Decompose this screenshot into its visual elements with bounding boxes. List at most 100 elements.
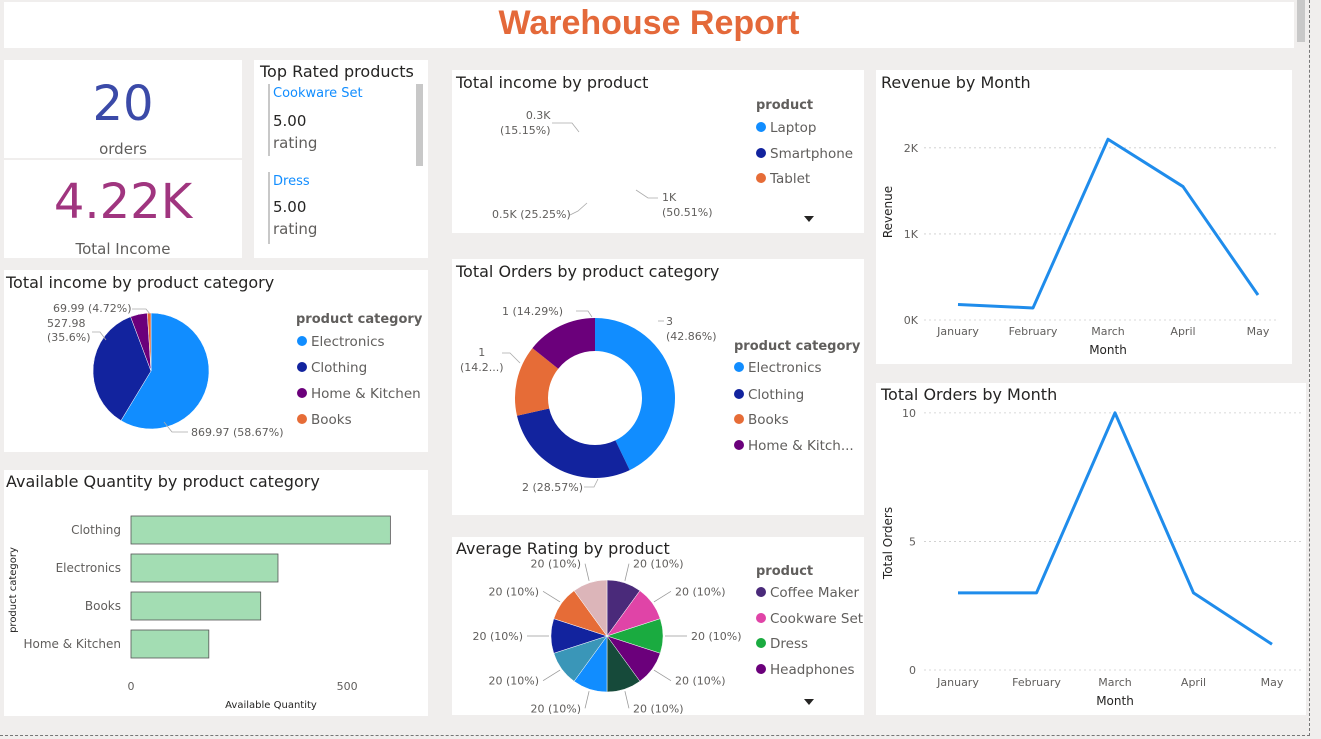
title-card: Warehouse Report: [4, 2, 1294, 48]
legend-item-home-kitchen[interactable]: Home & Kitch...: [734, 438, 854, 454]
data-label: 3 (42.86%): [666, 315, 717, 343]
leader-line: [569, 202, 588, 216]
legend-dot: [734, 362, 744, 372]
x-tick-label: May: [1261, 676, 1284, 689]
leader-line: [653, 590, 672, 603]
x-axis-title: Available Quantity: [225, 700, 317, 711]
x-tick-label: February: [1012, 676, 1061, 689]
legend-label: Books: [311, 412, 352, 428]
caret-down-icon[interactable]: [804, 216, 814, 223]
legend-dot: [734, 414, 744, 424]
y-axis-title: product category: [8, 547, 19, 633]
x-axis-title: Month: [1089, 343, 1127, 357]
data-label: 20 (10%): [675, 585, 726, 598]
legend-item-dress[interactable]: Dress: [756, 636, 808, 652]
product-name: Dress: [273, 174, 310, 189]
legend-label: Dress: [770, 636, 809, 652]
top-rated-item[interactable]: Cookware Set 5.00 rating: [268, 84, 410, 156]
legend-label: Books: [748, 412, 789, 428]
data-label: 20 (10%): [691, 630, 742, 643]
x-axis-title: Month: [1096, 694, 1134, 708]
legend-label: Headphones: [770, 662, 855, 678]
legend-item-laptop[interactable]: Laptop: [756, 120, 817, 136]
leader-line: [584, 691, 590, 709]
product-rating: 5.00: [273, 198, 307, 216]
legend-label: Smartphone: [770, 146, 854, 162]
income-kpi-value: 4.22K: [53, 174, 193, 230]
rating-label: rating: [273, 220, 318, 238]
legend-title: product: [756, 564, 814, 579]
legend-dot: [756, 613, 766, 623]
leader-line: [576, 310, 593, 318]
product-name: Cookware Set: [273, 86, 363, 101]
leader-line: [624, 691, 630, 709]
data-label: 20 (10%): [531, 558, 582, 571]
rating-by-product-card: Average Rating by product 20 (10%) 20 (10…: [452, 537, 864, 715]
revenue-line-chart[interactable]: 2K1K0KJanuary February March April MayMonthR…: [876, 70, 1292, 364]
top-rated-scrollbar[interactable]: [416, 84, 423, 166]
legend-item-smartphone[interactable]: Smartphone: [756, 146, 853, 162]
y-tick-label: 0K: [904, 314, 919, 327]
data-label: 0.3K (15.15%): [500, 109, 551, 137]
legend-label: Home & Kitchen: [311, 386, 421, 402]
legend-label: Clothing: [748, 387, 805, 403]
rating-label: rating: [273, 134, 318, 152]
data-label: 2 (28.57%): [522, 481, 584, 494]
legend-dot: [756, 122, 766, 132]
income-by-product-card: Total income by product 0.3K (15.15%) 1K…: [452, 70, 864, 233]
legend-item-books[interactable]: Books: [734, 412, 789, 428]
legend-item-clothing[interactable]: Clothing: [297, 360, 367, 376]
leader-line: [584, 478, 599, 488]
y-tick-label: 2K: [904, 142, 919, 155]
data-label: 527.98 (35.6%): [47, 317, 91, 344]
leader-line: [502, 352, 521, 364]
data-label: 20 (10%): [472, 630, 523, 643]
legend-dot: [297, 414, 307, 424]
legend-label: Coffee Maker: [770, 585, 860, 601]
bar: [130, 591, 262, 621]
x-tick-label: February: [1009, 325, 1058, 338]
caret-down-icon[interactable]: [804, 699, 814, 706]
top-rated-title: Top Rated products: [260, 62, 414, 81]
income-kpi-card: 4.22K Total Income: [4, 160, 242, 258]
legend-dot: [734, 389, 744, 399]
orders-kpi-value: 20: [92, 76, 154, 132]
legend-item-tablet[interactable]: Tablet: [756, 171, 810, 187]
leader-line: [653, 669, 672, 682]
data-label: 1K (50.51%): [662, 191, 713, 219]
orders-kpi-card: 20 orders: [4, 60, 242, 158]
legend-item-clothing[interactable]: Clothing: [734, 387, 804, 403]
legend-label: Laptop: [770, 120, 817, 136]
top-rated-item[interactable]: Dress 5.00 rating: [268, 172, 410, 244]
category-label: Clothing: [71, 523, 121, 537]
report-title: Warehouse Report: [498, 4, 800, 42]
orders-line-chart[interactable]: 10 5 0 January February March April May Month Tot…: [876, 383, 1306, 715]
legend-item-headphones[interactable]: Headphones: [756, 662, 855, 678]
data-label: 20 (10%): [531, 702, 582, 715]
legend-dot: [756, 638, 766, 648]
data-label: 20 (10%): [633, 558, 684, 571]
series-line: [958, 411, 1273, 646]
legend-item-electronics[interactable]: Electronics: [734, 360, 822, 376]
legend-label: Clothing: [311, 360, 368, 376]
y-axis-title: Revenue: [881, 186, 895, 238]
top-rated-card: Top Rated products Cookware Set 5.00 rat…: [254, 60, 428, 258]
product-rating: 5.00: [273, 112, 307, 130]
legend-item-home-kitchen[interactable]: Home & Kitchen: [297, 386, 421, 402]
pie-slice: [517, 408, 630, 478]
income-by-category-card: Total income by product category 69.99 (…: [4, 270, 428, 452]
y-tick-label: 1K: [904, 228, 919, 241]
quantity-bar-chart[interactable]: Clothing Electronics Books Home & Kitchen 0 5…: [4, 470, 428, 716]
legend-dot: [297, 336, 307, 346]
legend-item-cookware-set[interactable]: Cookware Set: [756, 611, 863, 627]
legend-item-books[interactable]: Books: [297, 412, 352, 428]
legend-dot: [756, 173, 766, 183]
leader-line: [552, 122, 580, 133]
legend-item-electronics[interactable]: Electronics: [297, 334, 385, 350]
x-tick-label: March: [1098, 676, 1132, 689]
x-tick-label: April: [1170, 325, 1195, 338]
legend-item-coffee-maker[interactable]: Coffee Maker: [756, 585, 859, 601]
legend-title: product: [756, 98, 814, 113]
page-scrollbar[interactable]: [1297, 0, 1305, 42]
x-tick-label: April: [1181, 676, 1206, 689]
